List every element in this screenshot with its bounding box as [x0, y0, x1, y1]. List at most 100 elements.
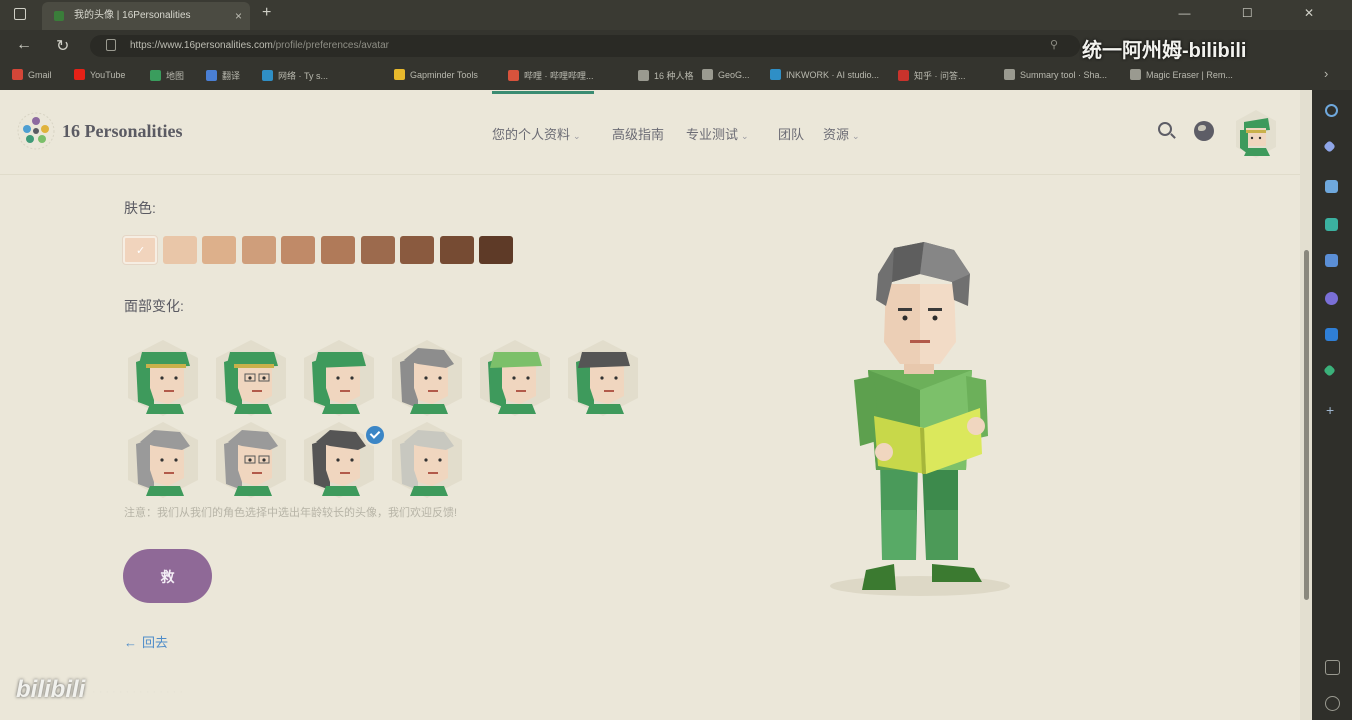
url-text[interactable]: https://www.16personalities.com/profile/…: [130, 40, 389, 51]
back-link-label: 回去: [142, 635, 169, 650]
nav-item[interactable]: 专业测试 ⌄: [686, 124, 749, 143]
face-option[interactable]: [212, 420, 290, 500]
tab-favicon-icon: [54, 11, 64, 21]
bookmark-label: 16 种人格: [654, 71, 694, 81]
header-search-icon[interactable]: [1158, 122, 1172, 136]
face-option[interactable]: [124, 338, 202, 418]
profile-avatar[interactable]: [1230, 108, 1282, 160]
scrollbar-thumb[interactable]: [1304, 250, 1309, 600]
bookmark-item[interactable]: Summary tool · Sha...: [1004, 69, 1107, 80]
nav-item[interactable]: 您的个人资料 ⌄: [492, 124, 581, 143]
sidebar-layout-icon[interactable]: [1325, 660, 1340, 675]
sidebar-outlook-icon[interactable]: [1325, 328, 1338, 341]
skin-tone-swatch[interactable]: [479, 236, 514, 264]
nav-item-label: 高级指南: [612, 127, 665, 142]
window-controls[interactable]: — ☐ ✕: [1179, 6, 1338, 20]
face-option[interactable]: [388, 420, 466, 500]
skin-tone-swatch[interactable]: [360, 236, 395, 264]
bookmark-favicon-icon: [770, 69, 781, 80]
bookmark-favicon-icon: [262, 70, 273, 81]
bookmark-favicon-icon: [898, 70, 909, 81]
skin-tone-label: 肤色:: [124, 200, 156, 216]
bookmark-item[interactable]: INKWORK · AI studio...: [770, 69, 879, 80]
face-option[interactable]: [388, 338, 466, 418]
skin-tone-swatch[interactable]: ✓: [123, 236, 157, 264]
sidebar-briefcase-icon[interactable]: [1325, 218, 1338, 231]
face-option[interactable]: [124, 420, 202, 500]
bookmark-item[interactable]: GeoG...: [702, 69, 750, 80]
nav-item-label: 您的个人资料: [492, 127, 571, 142]
bookmark-favicon-icon: [12, 69, 23, 80]
bookmark-label: Gmail: [28, 70, 52, 80]
avatar-note: 注意：我们从我们的角色选择中选出年龄较长的头像，我们欢迎反馈!: [124, 507, 458, 519]
logo-text[interactable]: 16 Personalities: [62, 121, 182, 142]
bookmarks-overflow-icon[interactable]: ›: [1324, 66, 1328, 81]
bookmark-favicon-icon: [150, 70, 161, 81]
bookmark-item[interactable]: Gmail: [12, 69, 52, 80]
back-link[interactable]: ← 回去: [124, 632, 173, 651]
skin-tone-swatch[interactable]: [162, 236, 197, 264]
bookmark-item[interactable]: 地图: [150, 69, 184, 82]
nav-item-label: 资源: [823, 127, 850, 142]
key-icon[interactable]: ⚲: [1050, 38, 1058, 51]
skin-tone-swatch[interactable]: [241, 236, 276, 264]
bookmark-item[interactable]: Magic Eraser | Rem...: [1130, 69, 1233, 80]
save-button[interactable]: 救: [123, 549, 212, 603]
tab-close-icon[interactable]: ×: [235, 2, 242, 30]
skin-tone-swatch[interactable]: [202, 236, 237, 264]
skin-tone-swatch[interactable]: [281, 236, 316, 264]
sidebar-m365-icon[interactable]: [1325, 292, 1338, 305]
bookmark-item[interactable]: YouTube: [74, 69, 125, 80]
nav-item[interactable]: 高级指南: [612, 124, 664, 143]
face-option[interactable]: [564, 338, 642, 418]
refresh-icon[interactable]: ↻: [56, 36, 69, 56]
back-icon[interactable]: ←: [16, 36, 32, 54]
bookmark-label: 翻译: [222, 71, 241, 81]
bookmark-label: INKWORK · AI studio...: [786, 70, 880, 80]
face-option[interactable]: [212, 338, 290, 418]
lock-icon: [106, 39, 116, 51]
nav-item[interactable]: 团队: [778, 124, 804, 143]
face-option[interactable]: [300, 338, 378, 418]
chevron-down-icon: ⌄: [852, 131, 860, 141]
sidebar-settings-icon[interactable]: [1325, 696, 1340, 711]
tab-actions-icon[interactable]: [14, 8, 26, 20]
skin-tone-swatch[interactable]: [439, 236, 474, 264]
sidebar-tag-icon[interactable]: [1325, 180, 1338, 193]
sidebar-search-icon[interactable]: [1325, 104, 1338, 117]
nav-item[interactable]: 资源 ⌄: [823, 124, 860, 143]
bookmark-favicon-icon: [206, 70, 217, 81]
face-variation-label: 面部变化:: [124, 298, 184, 314]
bookmark-item[interactable]: 16 种人格: [638, 69, 694, 82]
new-tab-button[interactable]: +: [262, 4, 271, 22]
browser-tab[interactable]: 我的头像 | 16Personalities ×: [42, 2, 250, 30]
bookmark-label: YouTube: [90, 70, 126, 80]
watermark-bottom: bilibili: [16, 676, 86, 703]
sidebar-chess-icon[interactable]: [1325, 254, 1338, 267]
sidebar-add-icon[interactable]: +: [1326, 402, 1334, 418]
nav-item-label: 团队: [778, 127, 805, 142]
bookmark-item[interactable]: 网络 · Ty s...: [262, 69, 328, 82]
bookmark-item[interactable]: 知乎 · 问答...: [898, 69, 966, 82]
bookmark-favicon-icon: [74, 69, 85, 80]
bookmark-item[interactable]: 翻译: [206, 69, 240, 82]
bookmark-label: 哔哩 · 哔哩哔哩...: [524, 71, 594, 81]
bookmark-label: Magic Eraser | Rem...: [1146, 70, 1233, 80]
language-globe-icon[interactable]: [1194, 121, 1214, 141]
watermark-bottom-trail: · · · · · · · · · · · · · ·: [92, 686, 184, 698]
bookmark-favicon-icon: [1130, 69, 1141, 80]
bookmark-item[interactable]: 哔哩 · 哔哩哔哩...: [508, 69, 594, 82]
bookmark-label: GeoG...: [718, 70, 750, 80]
bookmark-favicon-icon: [638, 70, 649, 81]
watermark-top: 统一阿州姆-bilibili: [1082, 40, 1247, 62]
bookmark-item[interactable]: Gapminder Tools: [394, 69, 478, 80]
bookmark-label: 网络 · Ty s...: [278, 71, 329, 81]
tab-title: 我的头像 | 16Personalities: [74, 10, 191, 21]
bookmark-label: 地图: [166, 71, 185, 81]
skin-tone-swatch[interactable]: [400, 236, 435, 264]
skin-tone-swatch[interactable]: [321, 236, 355, 264]
nav-item-label: 专业测试: [686, 127, 739, 142]
logo-icon[interactable]: [16, 111, 56, 151]
bookmark-label: 知乎 · 问答...: [914, 71, 966, 81]
face-option[interactable]: [476, 338, 554, 418]
